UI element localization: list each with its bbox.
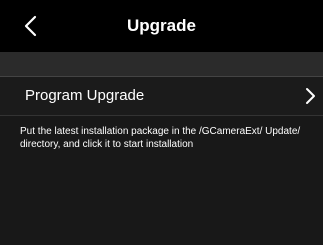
divider (0, 115, 323, 116)
section-spacer (0, 52, 323, 76)
page-title: Upgrade (127, 16, 196, 35)
program-upgrade-label: Program Upgrade (25, 87, 145, 104)
upgrade-screen: Upgrade Program Upgrade Put the latest i… (0, 0, 323, 245)
header-bar: Upgrade (0, 0, 323, 52)
chevron-left-icon (24, 15, 37, 37)
back-button[interactable] (16, 12, 44, 40)
chevron-right-icon (306, 88, 315, 104)
program-upgrade-item[interactable]: Program Upgrade (0, 77, 323, 115)
installation-hint-text: Put the latest installation package in t… (20, 126, 301, 150)
